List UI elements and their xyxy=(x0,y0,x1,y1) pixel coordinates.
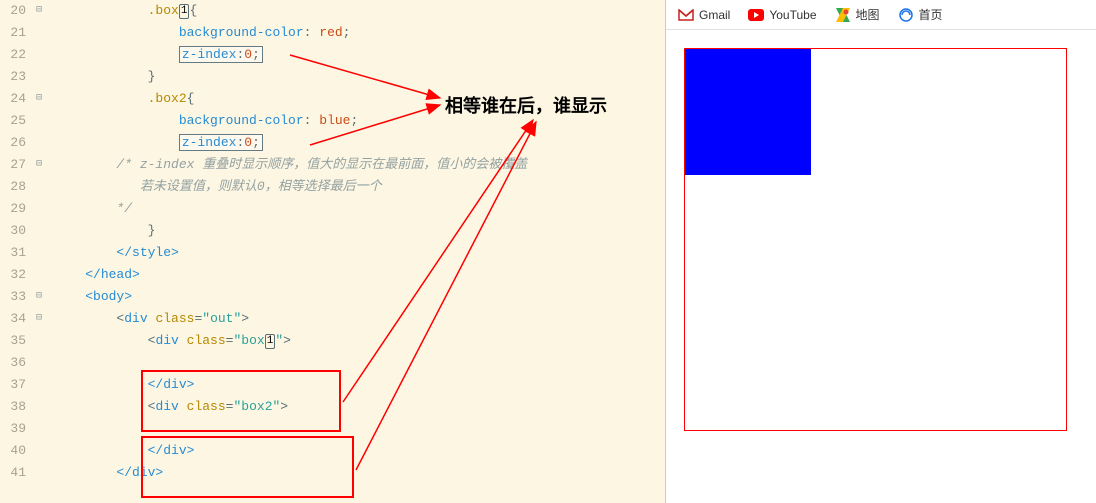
line-number: 34 xyxy=(0,308,32,330)
line-number: 22 xyxy=(0,44,32,66)
line-number: 32 xyxy=(0,264,32,286)
line-number: 35 xyxy=(0,330,32,352)
code-line: z-index:0; xyxy=(46,44,263,66)
line-number: 31 xyxy=(0,242,32,264)
line-number: 28 xyxy=(0,176,32,198)
fold-icon[interactable]: ⊟ xyxy=(32,154,46,176)
code-line: 若未设置值，则默认0，相等选择最后一个 xyxy=(46,176,382,198)
code-line: </div> xyxy=(46,440,194,462)
bookmark-label: YouTube xyxy=(769,8,816,22)
out-container xyxy=(684,48,1067,431)
bookmark-label: 首页 xyxy=(919,6,943,23)
line-number: 39 xyxy=(0,418,32,440)
line-number: 29 xyxy=(0,198,32,220)
line-number: 23 xyxy=(0,66,32,88)
bookmark-gmail[interactable]: Gmail xyxy=(678,7,730,23)
bookmark-youtube[interactable]: YouTube xyxy=(748,7,816,23)
code-line: .box2{ xyxy=(46,88,194,110)
fold-icon[interactable]: ⊟ xyxy=(32,0,46,22)
bookmark-label: 地图 xyxy=(856,6,880,23)
bookmark-maps[interactable]: 地图 xyxy=(835,6,880,23)
code-line: <div class="box2"> xyxy=(46,396,288,418)
code-line: <div class="out"> xyxy=(46,308,249,330)
code-line: <div class="box1"> xyxy=(46,330,291,352)
code-line: /* z-index 重叠时显示顺序，值大的显示在最前面，值小的会被覆盖 xyxy=(46,154,527,176)
gmail-icon xyxy=(678,7,694,23)
youtube-icon xyxy=(748,7,764,23)
line-number: 33 xyxy=(0,286,32,308)
bookmarks-bar: Gmail YouTube 地图 首页 xyxy=(666,0,1096,30)
code-line: </style> xyxy=(46,242,179,264)
code-line: } xyxy=(46,66,155,88)
line-number: 21 xyxy=(0,22,32,44)
code-editor[interactable]: 20⊟ .box1{ 21 background-color: red; 22 … xyxy=(0,0,665,503)
code-line: </div> xyxy=(46,374,194,396)
box2-blue xyxy=(685,49,811,175)
maps-icon xyxy=(835,7,851,23)
line-number: 40 xyxy=(0,440,32,462)
code-line: </head> xyxy=(46,264,140,286)
home-icon xyxy=(898,7,914,23)
fold-icon[interactable]: ⊟ xyxy=(32,88,46,110)
code-line: */ xyxy=(46,198,132,220)
code-line: .box1{ xyxy=(46,0,197,22)
fold-icon[interactable]: ⊟ xyxy=(32,308,46,330)
text-cursor: 1 xyxy=(179,4,190,19)
code-line xyxy=(46,418,54,440)
code-line xyxy=(46,352,54,374)
annotation-text: 相等谁在后，谁显示 xyxy=(445,92,607,118)
line-number: 26 xyxy=(0,132,32,154)
browser-preview: Gmail YouTube 地图 首页 xyxy=(665,0,1096,503)
line-number: 41 xyxy=(0,462,32,484)
line-number: 37 xyxy=(0,374,32,396)
bookmark-home[interactable]: 首页 xyxy=(898,6,943,23)
line-number: 36 xyxy=(0,352,32,374)
bookmark-label: Gmail xyxy=(699,8,730,22)
fold-icon[interactable]: ⊟ xyxy=(32,286,46,308)
code-line: <body> xyxy=(46,286,132,308)
code-line: background-color: red; xyxy=(46,22,350,44)
line-number: 24 xyxy=(0,88,32,110)
text-cursor: 1 xyxy=(265,334,276,349)
code-line: background-color: blue; xyxy=(46,110,358,132)
line-number: 27 xyxy=(0,154,32,176)
line-number: 38 xyxy=(0,396,32,418)
line-number: 20 xyxy=(0,0,32,22)
line-number: 30 xyxy=(0,220,32,242)
code-line: } xyxy=(46,220,155,242)
code-line: </div> xyxy=(46,462,163,484)
line-number: 25 xyxy=(0,110,32,132)
page-body xyxy=(666,30,1096,449)
code-line: z-index:0; xyxy=(46,132,263,154)
